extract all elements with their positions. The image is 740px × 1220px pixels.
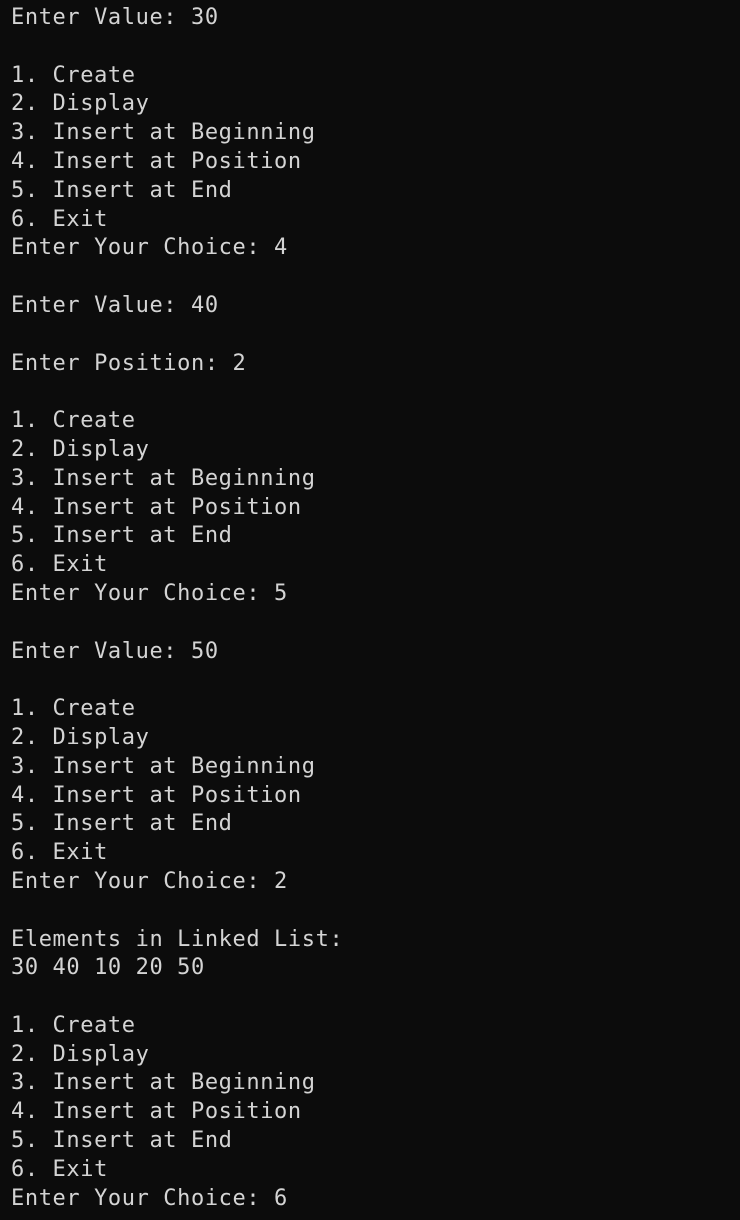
console-line: 6. Exit [11,206,108,232]
console-line: Enter Your Choice: 2 [11,868,288,894]
console-line: Enter Value: 50 [11,638,219,664]
console-line: 4. Insert at Position [11,494,302,520]
console-line: 4. Insert at Position [11,148,302,174]
console-line: Enter Value: 40 [11,292,219,318]
terminal-window[interactable]: Enter Value: 30 1. Create 2. Display 3. Ins… [0,0,740,1220]
console-line: Enter Your Choice: 4 [11,235,288,261]
console-line: 2. Display [11,1041,150,1067]
console-line: Enter Your Choice: 6 [11,1185,288,1211]
console-line: 5. Insert at End [11,1128,233,1154]
console-line: 5. Insert at End [11,523,233,549]
console-line: 3. Insert at Beginning [11,1070,316,1096]
console-line: 5. Insert at End [11,177,233,203]
console-line: 4. Insert at Position [11,782,302,808]
console-line: 2. Display [11,91,150,117]
console-line: 1. Create [11,1012,136,1038]
console-line: 1. Create [11,62,136,88]
console-line: 3. Insert at Beginning [11,120,316,146]
console-line: 4. Insert at Position [11,1099,302,1125]
console-line: 2. Display [11,724,150,750]
console-line: 2. Display [11,436,150,462]
console-line: 6. Exit [11,552,108,578]
console-line: 1. Create [11,696,136,722]
console-line: 30 40 10 20 50 [11,955,205,981]
console-line: 6. Exit [11,840,108,866]
console-line: 5. Insert at End [11,811,233,837]
console-line: 6. Exit [11,1156,108,1182]
console-line: Enter Position: 2 [11,350,247,376]
console-line: Enter Your Choice: 5 [11,580,288,606]
console-line: 3. Insert at Beginning [11,753,316,779]
console-output: Enter Value: 30 1. Create 2. Display 3. Ins… [11,4,740,1213]
console-line: Elements in Linked List: [11,926,344,952]
console-line: 1. Create [11,408,136,434]
console-line: 3. Insert at Beginning [11,465,316,491]
console-line: Enter Value: 30 [11,5,219,30]
